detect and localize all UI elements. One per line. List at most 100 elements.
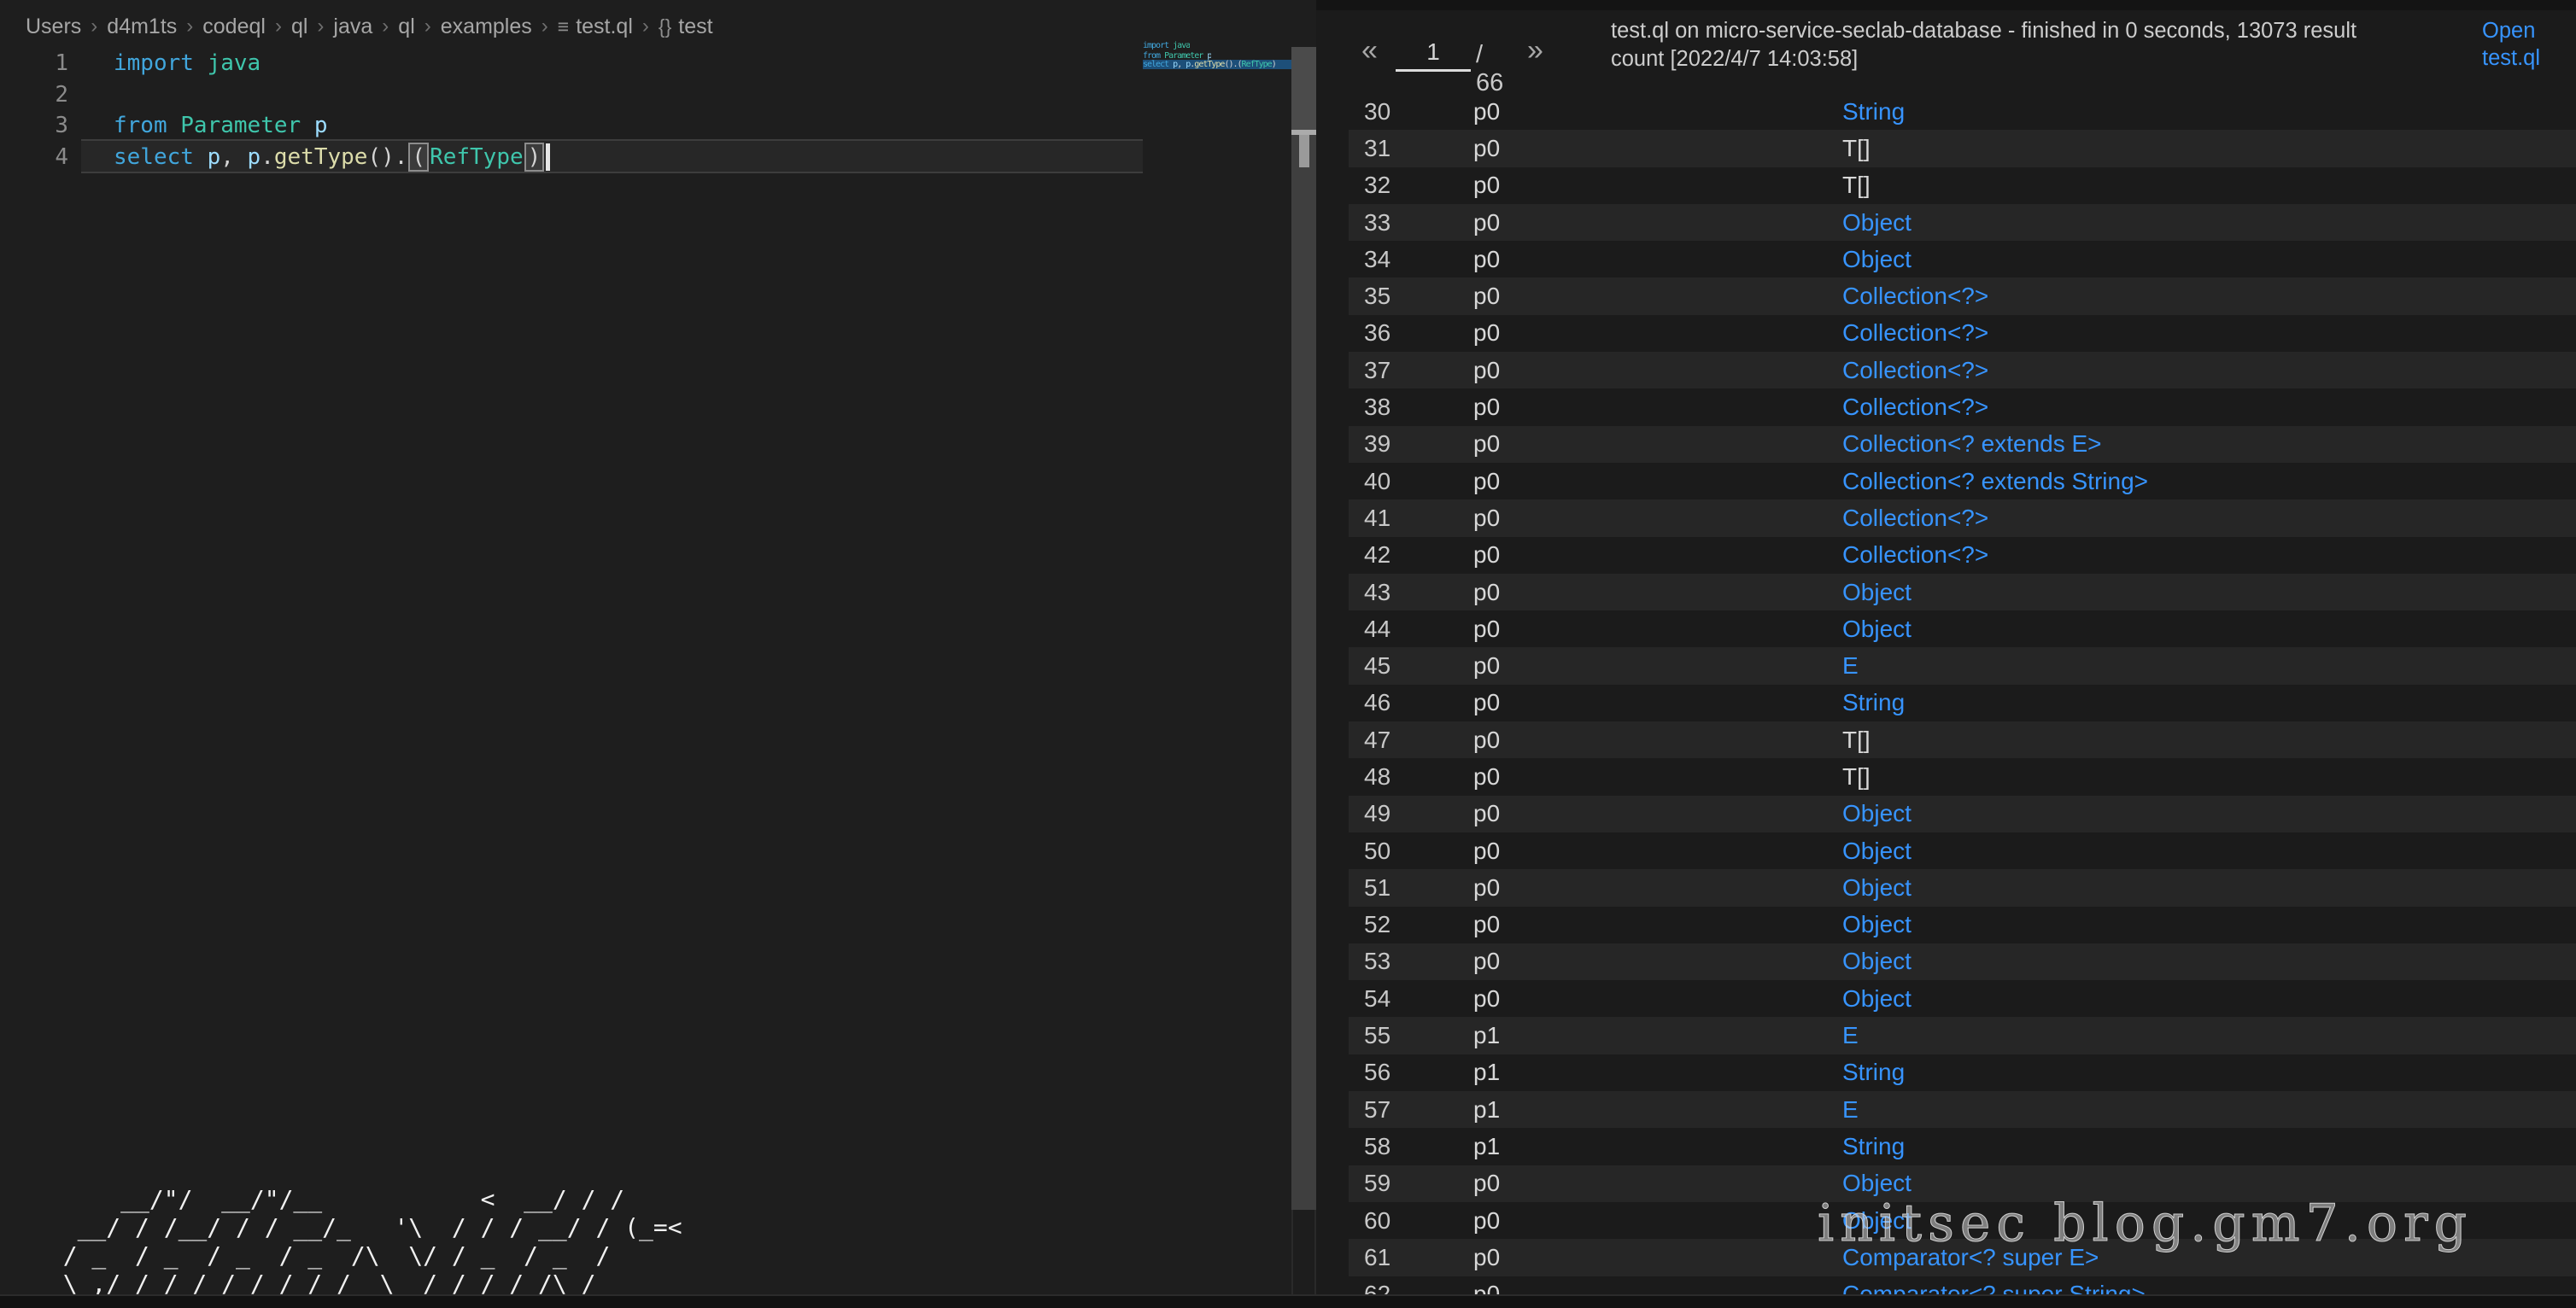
result-row: 58 p1 String bbox=[1316, 1128, 2576, 1165]
previous-page-button[interactable]: « bbox=[1361, 34, 1378, 67]
code-token bbox=[194, 144, 208, 170]
breadcrumb-item-java[interactable]: java bbox=[333, 15, 372, 39]
result-cell-type-link[interactable]: E bbox=[1842, 652, 1859, 680]
result-row: 56p1String bbox=[1316, 1054, 2576, 1091]
result-row: 49p0Object bbox=[1316, 796, 2576, 832]
result-row-index: 58 bbox=[1364, 1133, 1390, 1160]
result-cell-name: p0 bbox=[1473, 1170, 1500, 1197]
result-row-index: 36 bbox=[1364, 319, 1390, 347]
result-cell-type-link[interactable]: String bbox=[1842, 1059, 1905, 1086]
code-token: p bbox=[314, 113, 328, 138]
result-cell-type-link[interactable]: Object bbox=[1842, 246, 1912, 273]
code-lines[interactable]: import java from Parameter pselect p, p.… bbox=[114, 48, 550, 172]
result-row: 38p0Collection<?> bbox=[1316, 388, 2576, 425]
result-cell-name: p0 bbox=[1473, 357, 1500, 384]
result-cell-type-link[interactable]: Collection<?> bbox=[1842, 283, 1988, 310]
result-cell-type-link[interactable]: Object bbox=[1842, 911, 1912, 938]
breadcrumb-label: examples bbox=[441, 15, 532, 38]
query-status-line1: test.ql on micro-service-seclab-database… bbox=[1611, 17, 2499, 45]
code-token: getType bbox=[274, 144, 368, 170]
breadcrumb-item-Users[interactable]: Users bbox=[26, 15, 81, 39]
result-row: 31p0T[] bbox=[1316, 130, 2576, 166]
result-cell-type-link[interactable]: Object bbox=[1842, 874, 1912, 902]
scrollbar-slider[interactable] bbox=[1291, 47, 1316, 132]
code-token: from bbox=[114, 113, 167, 138]
page-total-label: / 66 bbox=[1476, 41, 1503, 97]
code-token: import bbox=[1143, 41, 1168, 50]
result-cell-type-link[interactable]: Object bbox=[1842, 579, 1912, 606]
result-cell-name: p0 bbox=[1473, 616, 1500, 643]
result-cell-type-link[interactable]: Object bbox=[1842, 800, 1912, 827]
result-cell-type-link[interactable]: Collection<?> bbox=[1842, 541, 1988, 569]
line-number: 2 bbox=[0, 79, 68, 111]
result-cell-type-link[interactable]: Object bbox=[1842, 209, 1912, 236]
result-cell-type-link[interactable]: Collection<?> bbox=[1842, 394, 1988, 421]
result-cell-name: p0 bbox=[1473, 394, 1500, 421]
result-cell-type-link[interactable]: String bbox=[1842, 98, 1905, 126]
result-cell-type-link[interactable]: Collection<?> bbox=[1842, 505, 1988, 532]
pane-divider[interactable] bbox=[1291, 1210, 1316, 1294]
breadcrumb-item-codeql[interactable]: codeql bbox=[202, 15, 266, 39]
breadcrumb-separator: › bbox=[317, 15, 324, 38]
breadcrumb-label: ql bbox=[291, 15, 307, 38]
result-cell-type-link[interactable]: E bbox=[1842, 1096, 1859, 1124]
minimap-line: select p, p.getType().(RefType) bbox=[1143, 60, 1276, 69]
result-cell-name: p0 bbox=[1473, 874, 1500, 902]
result-cell-name: p0 bbox=[1473, 468, 1500, 495]
result-cell-name: p0 bbox=[1473, 948, 1500, 975]
code-token: Parameter bbox=[180, 113, 301, 138]
result-row: 42p0Collection<?> bbox=[1316, 537, 2576, 574]
breadcrumb-item-test.ql[interactable]: ≡test.ql bbox=[558, 15, 633, 39]
breadcrumb-item-test[interactable]: {}test bbox=[659, 15, 713, 39]
results-table: 30p0String31p0T[]32p0T[]33p0Object34p0Ob… bbox=[1316, 93, 2576, 1294]
result-cell-type-link[interactable]: E bbox=[1842, 1022, 1859, 1049]
scrollbar-handle-stem[interactable] bbox=[1299, 135, 1309, 167]
code-token bbox=[167, 113, 181, 138]
breadcrumb-item-d4m1ts[interactable]: d4m1ts bbox=[107, 15, 177, 39]
result-cell-name: p1 bbox=[1473, 1059, 1500, 1086]
page-number-input[interactable] bbox=[1396, 34, 1471, 72]
result-cell-type-link[interactable]: Collection<? extends String> bbox=[1842, 468, 2148, 495]
result-cell-type-link[interactable]: Collection<?> bbox=[1842, 319, 1988, 347]
result-row-index: 49 bbox=[1364, 800, 1390, 827]
result-cell-name: p0 bbox=[1473, 689, 1500, 716]
minimap[interactable]: import javafrom Parameter pselect p, p.g… bbox=[1143, 39, 1291, 77]
result-cell-type-link[interactable]: String bbox=[1842, 1133, 1905, 1160]
breadcrumb-item-examples[interactable]: examples bbox=[441, 15, 532, 39]
result-cell-name: p1 bbox=[1473, 1022, 1500, 1049]
breadcrumb-label: java bbox=[333, 15, 372, 38]
result-row-index: 52 bbox=[1364, 911, 1390, 938]
result-cell-type-link[interactable]: Object bbox=[1842, 838, 1912, 865]
result-row: 45p0E bbox=[1316, 647, 2576, 684]
result-row: 41p0Collection<?> bbox=[1316, 499, 2576, 536]
result-cell-type-link[interactable]: Comparator<? super String> bbox=[1842, 1281, 2146, 1294]
result-cell-name: p1 bbox=[1473, 1133, 1500, 1160]
result-cell-type-link[interactable]: Object bbox=[1842, 985, 1912, 1013]
breadcrumb-item-ql[interactable]: ql bbox=[398, 15, 414, 39]
code-token: ( bbox=[408, 143, 429, 172]
editor-scrollbar[interactable] bbox=[1291, 47, 1316, 1210]
result-cell-name: p0 bbox=[1473, 283, 1500, 310]
query-results-pane: « / 66 » test.ql on micro-service-seclab… bbox=[1316, 0, 2576, 1308]
code-token bbox=[301, 113, 314, 138]
result-cell-name: p0 bbox=[1473, 135, 1500, 162]
result-cell-type-link[interactable]: Collection<? extends E> bbox=[1842, 430, 2102, 458]
code-token: , bbox=[220, 144, 247, 170]
result-cell-type-link[interactable]: Object bbox=[1842, 948, 1912, 975]
code-editor-pane: Users›d4m1ts›codeql›ql›java›ql›examples›… bbox=[0, 0, 1291, 1308]
result-row: 39p0Collection<? extends E> bbox=[1316, 426, 2576, 463]
code-token: . bbox=[261, 144, 274, 170]
result-row: 35p0Collection<?> bbox=[1316, 277, 2576, 314]
code-token: (). bbox=[367, 144, 407, 170]
open-file-link[interactable]: Open test.ql bbox=[2482, 17, 2567, 72]
result-cell-type-link[interactable]: String bbox=[1842, 689, 1905, 716]
breadcrumb-item-ql[interactable]: ql bbox=[291, 15, 307, 39]
query-status-text: test.ql on micro-service-seclab-database… bbox=[1611, 17, 2499, 73]
result-cell-type-link[interactable]: Collection<?> bbox=[1842, 357, 1988, 384]
result-cell-type-link[interactable]: Object bbox=[1842, 616, 1912, 643]
next-page-button[interactable]: » bbox=[1527, 34, 1543, 67]
breadcrumb-label: codeql bbox=[202, 15, 266, 38]
result-row-index: 42 bbox=[1364, 541, 1390, 569]
result-row-index: 37 bbox=[1364, 357, 1390, 384]
code-line bbox=[114, 79, 550, 111]
